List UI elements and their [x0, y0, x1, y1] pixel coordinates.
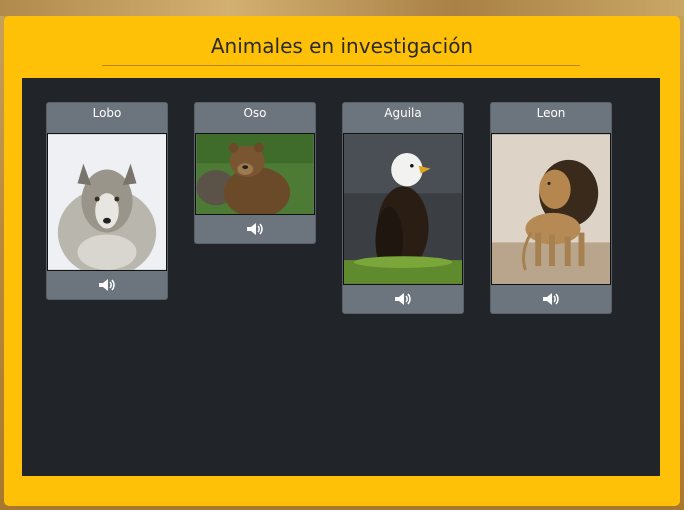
animal-name: Oso — [243, 106, 267, 120]
speaker-icon[interactable] — [98, 278, 116, 292]
card-footer — [491, 285, 611, 313]
animal-gallery: Lobo Oso Aguila Leon — [22, 78, 660, 476]
speaker-icon[interactable] — [246, 222, 264, 236]
main-panel: Animales en investigación Lobo Oso Aguil… — [4, 16, 680, 506]
animal-card-lobo[interactable]: Lobo — [46, 102, 168, 300]
title-divider — [102, 65, 580, 66]
card-footer — [343, 285, 463, 313]
animal-card-oso[interactable]: Oso — [194, 102, 316, 244]
bear-image — [195, 133, 315, 215]
background-image — [0, 0, 684, 16]
animal-name: Leon — [536, 106, 566, 120]
lion-image — [491, 133, 611, 285]
animal-name: Aguila — [384, 106, 422, 120]
page-title: Animales en investigación — [210, 34, 474, 58]
animal-card-leon[interactable]: Leon — [490, 102, 612, 314]
speaker-icon[interactable] — [542, 292, 560, 306]
speaker-icon[interactable] — [394, 292, 412, 306]
card-footer — [195, 215, 315, 243]
eagle-image — [343, 133, 463, 285]
animal-card-aguila[interactable]: Aguila — [342, 102, 464, 314]
animal-name: Lobo — [92, 106, 122, 120]
wolf-image — [47, 133, 167, 271]
card-footer — [47, 271, 167, 299]
